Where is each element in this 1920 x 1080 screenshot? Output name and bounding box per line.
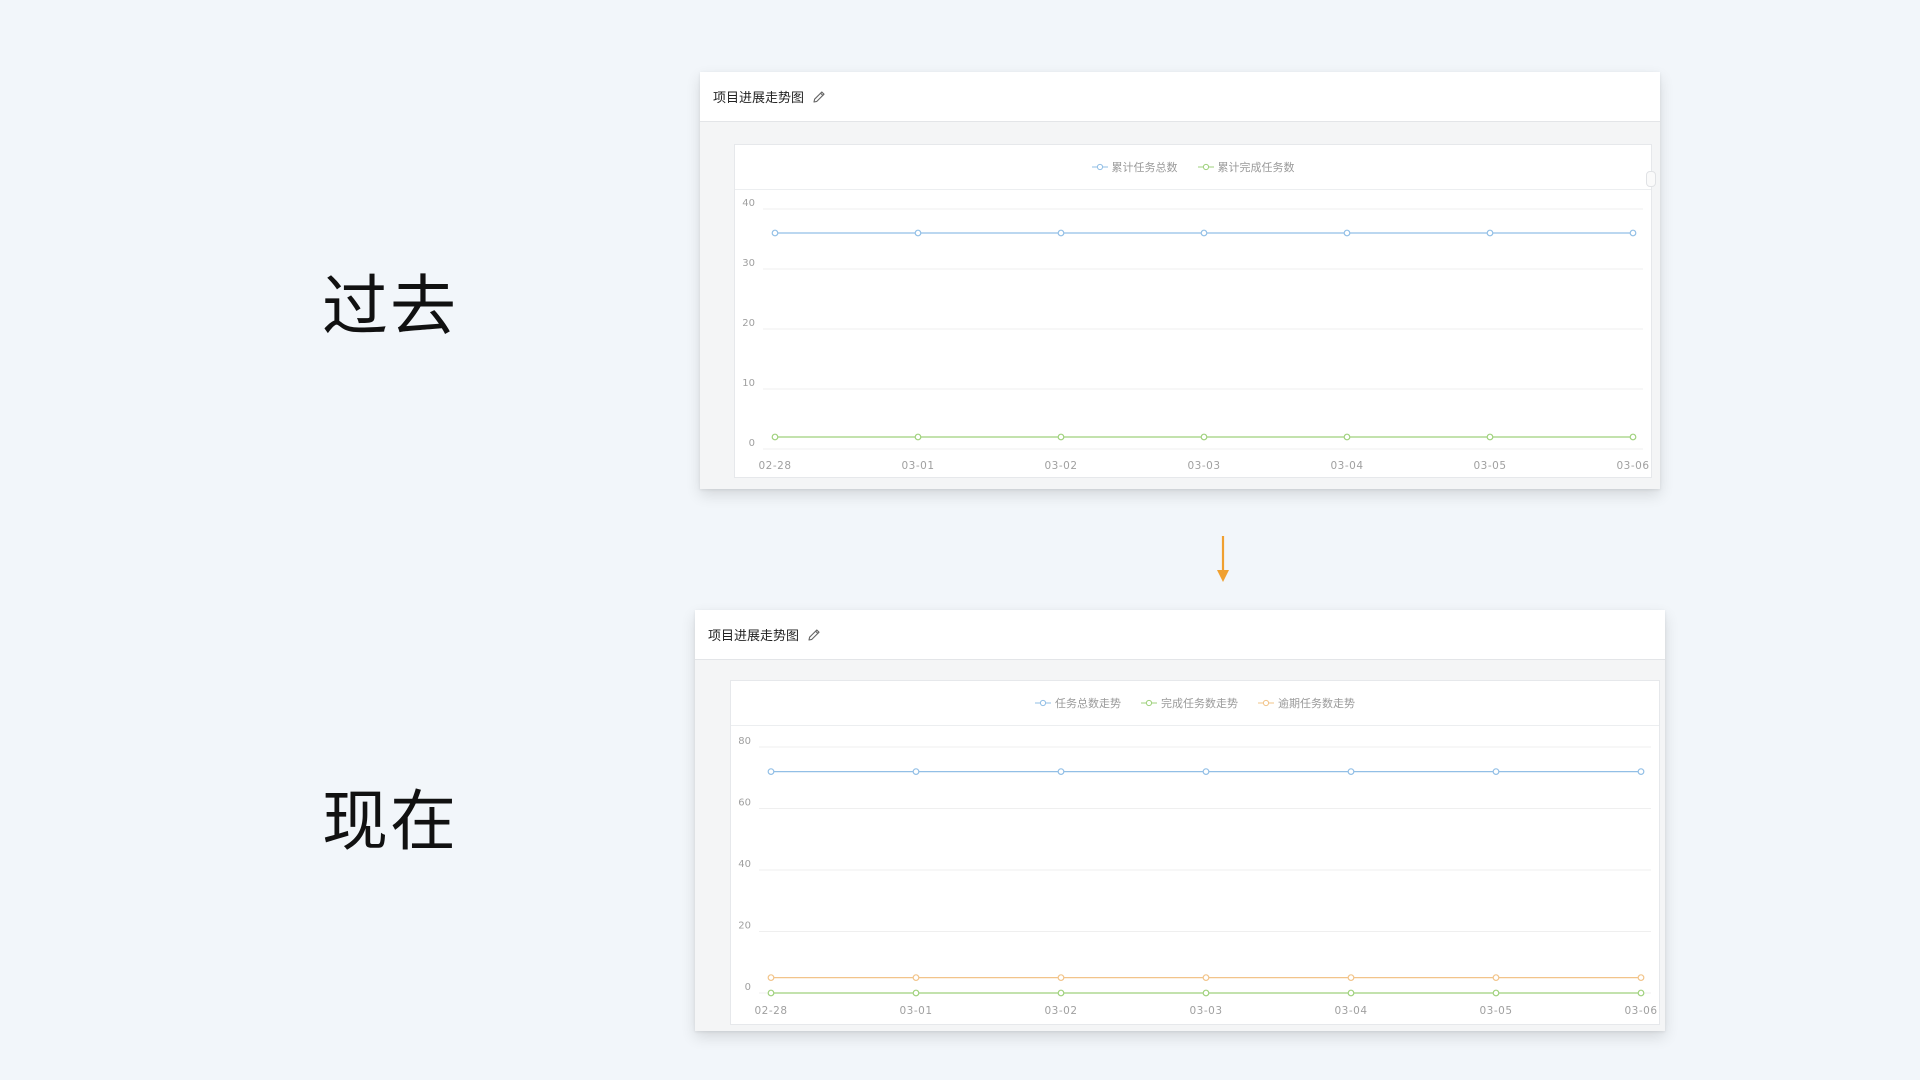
now-label: 现在: [322, 783, 458, 860]
data-point[interactable]: [912, 989, 920, 997]
data-point[interactable]: [1347, 974, 1355, 982]
data-point[interactable]: [914, 229, 922, 237]
x-tick-label: 03-06: [1624, 1005, 1657, 1017]
past-label: 过去: [322, 268, 458, 345]
y-tick-label: 40: [738, 859, 751, 870]
x-tick-label: 03-06: [1616, 460, 1649, 472]
chart-legend: 任务总数走势 完成任务数走势 逾期任务数走势: [731, 681, 1659, 726]
y-tick-label: 60: [738, 798, 751, 809]
x-tick-label: 03-05: [1473, 460, 1506, 472]
x-tick-label: 02-28: [758, 460, 791, 472]
data-point[interactable]: [1202, 768, 1210, 775]
legend-item[interactable]: 完成任务数走势: [1141, 695, 1238, 711]
data-point[interactable]: [1629, 229, 1637, 237]
x-tick-label: 03-03: [1187, 460, 1220, 472]
data-point[interactable]: [1492, 974, 1500, 982]
data-point[interactable]: [1057, 433, 1065, 441]
legend-label: 完成任务数走势: [1161, 697, 1238, 710]
y-tick-label: 20: [742, 318, 755, 329]
data-point[interactable]: [767, 974, 775, 982]
data-point[interactable]: [1057, 974, 1065, 982]
data-point[interactable]: [912, 768, 920, 775]
legend-label: 逾期任务数走势: [1278, 697, 1355, 710]
pencil-icon[interactable]: [806, 627, 822, 643]
y-tick-label: 20: [738, 921, 751, 932]
x-tick-label: 03-01: [899, 1005, 932, 1017]
data-point[interactable]: [1347, 989, 1355, 997]
x-tick-label: 03-04: [1334, 1005, 1367, 1017]
x-tick-label: 03-02: [1044, 1005, 1077, 1017]
data-point[interactable]: [1486, 229, 1494, 237]
x-tick-label: 03-04: [1330, 460, 1363, 472]
data-point[interactable]: [1629, 433, 1637, 441]
data-point[interactable]: [771, 433, 779, 441]
data-point[interactable]: [1202, 989, 1210, 997]
card-header: 项目进展走势图: [695, 610, 1665, 660]
legend-item[interactable]: 累计完成任务数: [1197, 159, 1295, 175]
chart-container: 累计任务总数 累计完成任务数 0 10 20 30 40 02-28 03-01 03-02 03…: [734, 144, 1656, 478]
x-tick-label: 03-01: [901, 460, 934, 472]
legend-swatch: [1141, 699, 1157, 707]
legend-item[interactable]: 逾期任务数走势: [1258, 695, 1355, 711]
line-chart: 0 20 40 60 80 02-28 03-01 03-02 03-03 03-04 03-05 0…: [738, 736, 1657, 1017]
data-point[interactable]: [767, 989, 775, 997]
card-header: 项目进展走势图: [700, 72, 1660, 122]
legend-swatch: [1091, 163, 1108, 171]
y-tick-label: 40: [742, 198, 755, 209]
x-tick-label: 03-05: [1479, 1005, 1512, 1017]
legend-swatch: [1035, 699, 1051, 707]
data-point[interactable]: [1200, 433, 1208, 441]
pencil-icon[interactable]: [811, 89, 827, 105]
y-tick-label: 0: [745, 982, 751, 993]
data-point[interactable]: [1486, 433, 1494, 441]
data-point[interactable]: [914, 433, 922, 441]
y-tick-label: 10: [742, 378, 755, 389]
data-point[interactable]: [1492, 768, 1500, 775]
arrow-down-icon: [1217, 536, 1229, 582]
y-tick-label: 0: [749, 438, 755, 449]
data-point[interactable]: [1492, 989, 1500, 997]
scroll-handle[interactable]: [1646, 171, 1656, 187]
legend-label: 累计完成任务数: [1217, 161, 1295, 174]
data-point[interactable]: [1057, 989, 1065, 997]
data-point[interactable]: [1637, 974, 1645, 982]
data-point[interactable]: [1057, 229, 1065, 237]
data-point[interactable]: [1637, 989, 1645, 997]
data-point[interactable]: [1343, 433, 1351, 441]
y-tick-label: 80: [738, 736, 751, 747]
data-point[interactable]: [1347, 768, 1355, 775]
chart-legend: 累计任务总数 累计完成任务数: [735, 145, 1651, 190]
data-point[interactable]: [1343, 229, 1351, 237]
legend-label: 累计任务总数: [1111, 161, 1178, 174]
legend-item[interactable]: 累计任务总数: [1091, 159, 1178, 175]
data-point[interactable]: [771, 229, 779, 237]
line-chart: 0 10 20 30 40 02-28 03-01 03-02 03-03 03-04 03-05 0…: [742, 198, 1649, 472]
legend-item[interactable]: 任务总数走势: [1035, 695, 1121, 711]
x-tick-label: 03-03: [1189, 1005, 1222, 1017]
legend-swatch: [1258, 699, 1274, 707]
trend-chart-card-now: 项目进展走势图 任务总数走势 完成任务数走势 逾期任务数走势 0 20 40 60 80 02…: [695, 610, 1665, 1031]
data-point[interactable]: [1057, 768, 1065, 775]
data-point[interactable]: [1202, 974, 1210, 982]
card-title: 项目进展走势图: [713, 91, 805, 106]
data-point[interactable]: [1200, 229, 1208, 237]
data-point[interactable]: [1637, 768, 1645, 775]
x-tick-label: 02-28: [754, 1005, 787, 1017]
x-tick-label: 03-02: [1044, 460, 1077, 472]
card-title: 项目进展走势图: [708, 629, 800, 644]
data-point[interactable]: [767, 768, 775, 775]
chart-container: 任务总数走势 完成任务数走势 逾期任务数走势 0 20 40 60 80 02-28 03-01…: [730, 680, 1660, 1025]
data-point[interactable]: [912, 974, 920, 982]
trend-chart-card-past: 项目进展走势图 累计任务总数 累计完成任务数 0 10 20 30 40 02-28 03-0…: [700, 72, 1660, 489]
legend-swatch: [1197, 163, 1214, 171]
y-tick-label: 30: [742, 258, 755, 269]
legend-label: 任务总数走势: [1055, 697, 1121, 710]
